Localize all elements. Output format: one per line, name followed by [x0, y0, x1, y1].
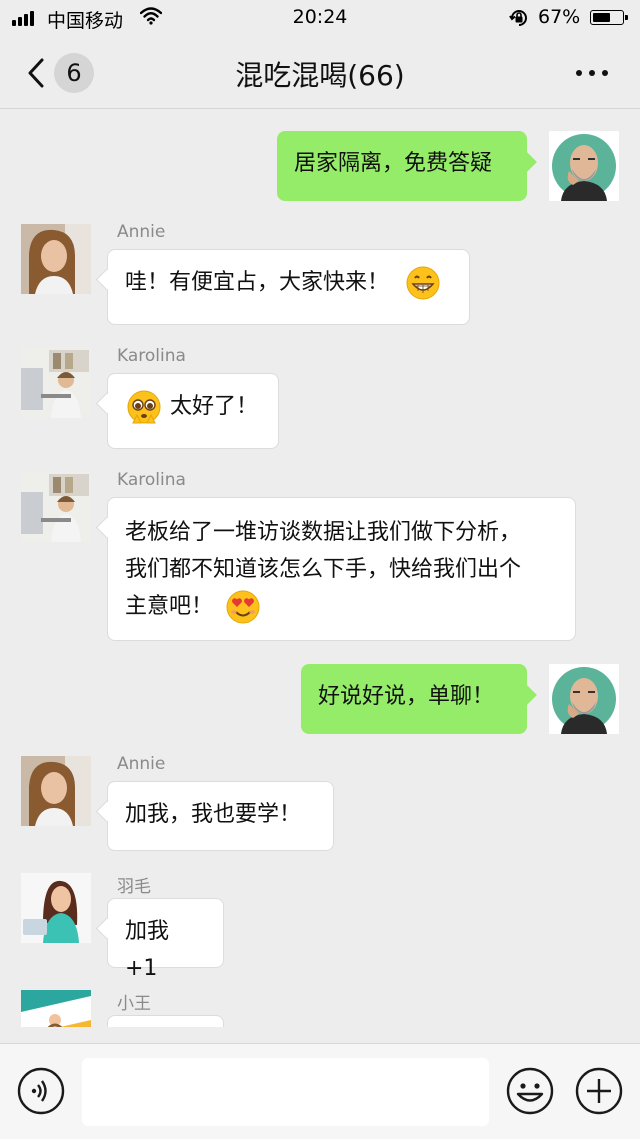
emoji-icon [506, 1067, 554, 1115]
sender-name: Karolina [117, 470, 186, 490]
more-button[interactable] [570, 58, 614, 86]
message-bubble-incoming[interactable]: 加我，我也要学！ [107, 781, 334, 851]
yumao-avatar[interactable] [21, 873, 91, 943]
pleading-face-emoji [127, 390, 161, 424]
message-bubble-incoming[interactable]: 加我 +1 [107, 898, 224, 981]
heart-eyes-emoji [226, 590, 260, 624]
voice-icon [17, 1067, 65, 1115]
xiaowang-avatar[interactable] [21, 990, 91, 1027]
grinning-face-emoji [406, 266, 440, 300]
message-bubble-incoming[interactable]: 哇！有便宜占，大家快来！ [107, 249, 470, 325]
message-text: 加我，我也要学！ [125, 802, 302, 827]
sender-name: 小王 [117, 994, 151, 1014]
voice-button[interactable] [17, 1067, 65, 1115]
message-bubble-incoming[interactable]: 太好了！ [107, 373, 279, 449]
message-text: 好说好说，单聊！ [318, 684, 495, 709]
message-list[interactable]: 居家隔离，免费答疑 Annie 哇！有便宜占，大家快来！ Karolina 太好… [0, 109, 640, 1027]
plus-button[interactable] [575, 1067, 623, 1115]
message-text-line: 老板给了一堆访谈数据让我们做下分析， [125, 520, 522, 545]
battery-icon [590, 10, 628, 25]
sender-name: Annie [117, 222, 166, 242]
battery-percent: 67% [538, 6, 581, 28]
sender-name: Annie [117, 754, 166, 774]
karolina-avatar[interactable] [21, 472, 91, 542]
plus-icon [575, 1067, 623, 1115]
message-bubble-incoming[interactable]: 老板给了一堆访谈数据让我们做下分析， 我们都不知道该怎么下手，快给我们出个 主意… [107, 497, 576, 641]
status-bar: 中国移动 20:24 67% [0, 0, 640, 36]
input-bar [0, 1043, 640, 1139]
message-text: 太好了！ [170, 394, 259, 419]
message-bubble-incoming[interactable] [107, 1015, 224, 1027]
message-text: 居家隔离，免费答疑 [294, 151, 493, 176]
annie-avatar[interactable] [21, 756, 91, 826]
orientation-lock-icon [509, 10, 527, 26]
message-bubble-outgoing[interactable]: 居家隔离，免费答疑 [277, 131, 527, 201]
bald-man-avatar[interactable] [549, 664, 619, 734]
message-bubble-outgoing[interactable]: 好说好说，单聊！ [301, 664, 527, 734]
sender-name: 羽毛 [117, 877, 151, 897]
karolina-avatar[interactable] [21, 348, 91, 418]
bald-man-avatar[interactable] [549, 131, 619, 201]
annie-avatar[interactable] [21, 224, 91, 294]
chat-header: 6 混吃混喝(66) [0, 36, 640, 109]
message-text-line: 主意吧！ [125, 594, 214, 619]
chat-title: 混吃混喝(66) [235, 59, 405, 92]
message-text: 哇！有便宜占，大家快来！ [125, 270, 390, 295]
message-text-line: 我们都不知道该怎么下手，快给我们出个 [125, 557, 522, 582]
emoji-button[interactable] [506, 1067, 554, 1115]
more-icon [576, 70, 582, 76]
message-text: 加我 +1 [125, 919, 170, 981]
sender-name: Karolina [117, 346, 186, 366]
message-input[interactable] [82, 1058, 489, 1126]
